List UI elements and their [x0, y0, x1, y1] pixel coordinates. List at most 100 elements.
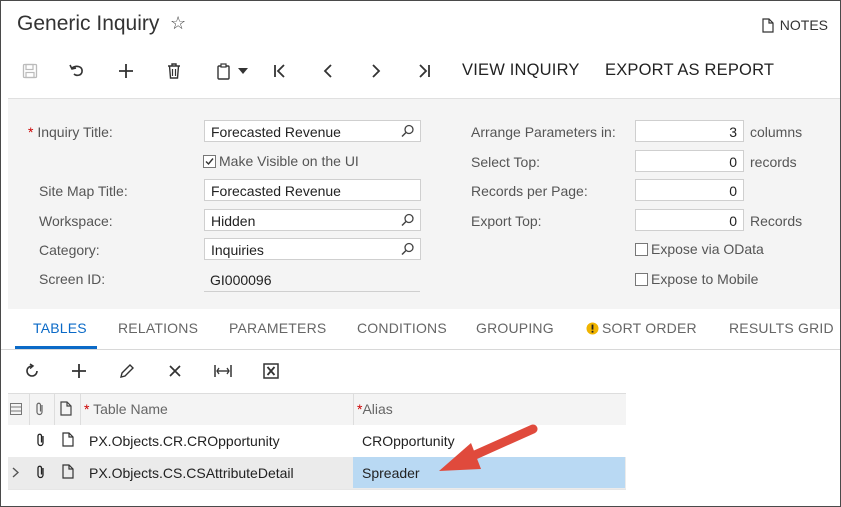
checkbox-unchecked-icon [635, 272, 648, 286]
expose-mobile-checkbox[interactable]: Expose to Mobile [635, 271, 758, 287]
excel-icon [263, 363, 279, 379]
workspace-field[interactable]: Hidden [204, 209, 421, 231]
export-top-unit: Records [750, 213, 803, 229]
records-per-page-field[interactable]: 0 [635, 179, 744, 201]
note-icon [60, 401, 72, 416]
save-icon [22, 63, 38, 79]
column-header-table-name[interactable]: * Table Name [84, 401, 168, 417]
copy-paste-dropdown[interactable] [211, 59, 253, 83]
inquiry-title-field[interactable]: Forecasted Revenue [204, 120, 421, 142]
trash-icon [168, 63, 180, 79]
caret-down-icon [238, 68, 248, 74]
select-top-unit: records [750, 154, 797, 170]
active-tab-indicator [15, 346, 97, 349]
undo-icon [69, 64, 83, 77]
tab-sort-order-label: SORT ORDER [602, 320, 697, 336]
export-top-field[interactable]: 0 [635, 209, 744, 231]
grid-toolbar [1, 353, 840, 389]
fit-columns-button[interactable] [212, 360, 234, 382]
select-top-label: Select Top: [471, 154, 541, 170]
next-record-button[interactable] [365, 59, 387, 83]
plus-icon [119, 64, 133, 78]
row-selector-icon[interactable] [10, 403, 22, 415]
screen-id-label: Screen ID: [39, 271, 106, 287]
title-bar: Generic Inquiry ☆ NOTES [1, 1, 840, 47]
tab-sort-order[interactable]: SORT ORDER [586, 320, 697, 336]
search-icon[interactable] [401, 124, 415, 138]
chevron-right-icon [372, 64, 381, 78]
alias-cell[interactable]: Spreader [362, 465, 420, 481]
chevron-right-icon [12, 467, 19, 478]
make-visible-label: Make Visible on the UI [219, 153, 359, 169]
tab-parameters[interactable]: PARAMETERS [229, 320, 326, 336]
search-icon[interactable] [401, 213, 415, 227]
refresh-button[interactable] [21, 360, 43, 382]
paperclip-icon[interactable] [36, 465, 46, 479]
expose-mobile-label: Expose to Mobile [651, 271, 759, 287]
note-icon[interactable] [62, 432, 74, 447]
first-icon [274, 64, 285, 78]
inquiry-title-label: * Inquiry Title: [28, 124, 113, 140]
category-value: Inquiries [211, 242, 264, 258]
export-excel-button[interactable] [260, 360, 282, 382]
document-icon [762, 17, 774, 33]
delete-row-button[interactable] [164, 360, 186, 382]
warning-icon [586, 322, 599, 334]
notes-button[interactable]: NOTES [762, 17, 828, 33]
table-name-cell[interactable]: PX.Objects.CS.CSAttributeDetail [89, 465, 294, 481]
screen-id-value: GI000096 [204, 272, 420, 292]
clipboard-icon [217, 62, 230, 80]
table-name-cell[interactable]: PX.Objects.CR.CROpportunity [89, 433, 280, 449]
arrange-parameters-field[interactable]: 3 [635, 120, 744, 142]
make-visible-checkbox[interactable]: Make Visible on the UI [203, 153, 359, 169]
edit-row-button[interactable] [116, 360, 138, 382]
add-button[interactable] [115, 59, 137, 83]
callout-arrow-icon [439, 424, 538, 471]
refresh-icon [26, 363, 38, 377]
arrange-parameters-unit: columns [750, 124, 803, 140]
tab-conditions[interactable]: CONDITIONS [357, 320, 447, 336]
close-icon [169, 365, 181, 377]
inquiry-title-value: Forecasted Revenue [211, 124, 341, 140]
save-button[interactable] [19, 59, 41, 83]
expose-odata-label: Expose via OData [651, 241, 764, 257]
main-toolbar: VIEW INQUIRY EXPORT AS REPORT [1, 51, 840, 91]
records-per-page-label: Records per Page: [471, 183, 588, 199]
tab-tables[interactable]: TABLES [33, 320, 87, 336]
workspace-value: Hidden [211, 213, 256, 229]
site-map-title-value: Forecasted Revenue [211, 183, 341, 199]
note-icon[interactable] [62, 464, 74, 479]
export-top-label: Export Top: [471, 213, 542, 229]
delete-button[interactable] [163, 59, 185, 83]
site-map-title-field[interactable]: Forecasted Revenue [204, 179, 421, 201]
pencil-icon [120, 364, 134, 378]
fit-width-icon [214, 365, 232, 377]
category-field[interactable]: Inquiries [204, 238, 421, 260]
expose-odata-checkbox[interactable]: Expose via OData [635, 241, 764, 257]
arrange-parameters-label: Arrange Parameters in: [471, 124, 616, 140]
tab-grouping[interactable]: GROUPING [476, 320, 554, 336]
last-record-button[interactable] [413, 59, 435, 83]
view-inquiry-button[interactable]: VIEW INQUIRY [462, 61, 580, 80]
favorite-star-icon[interactable]: ☆ [170, 13, 186, 34]
search-icon[interactable] [401, 242, 415, 256]
site-map-title-label: Site Map Title: [39, 183, 128, 199]
tab-relations[interactable]: RELATIONS [118, 320, 198, 336]
paperclip-icon [36, 402, 43, 416]
checkbox-checked-icon [203, 154, 216, 168]
column-header-alias[interactable]: *Alias [357, 401, 393, 417]
workspace-label: Workspace: [39, 213, 113, 229]
undo-button[interactable] [66, 59, 88, 83]
tab-bar: TABLES RELATIONS PARAMETERS CONDITIONS G… [1, 311, 840, 350]
tab-results-grid[interactable]: RESULTS GRID [729, 320, 834, 336]
last-icon [419, 64, 430, 78]
previous-record-button[interactable] [317, 59, 339, 83]
add-row-button[interactable] [68, 360, 90, 382]
export-as-report-button[interactable]: EXPORT AS REPORT [605, 61, 774, 80]
select-top-field[interactable]: 0 [635, 150, 744, 172]
notes-label: NOTES [779, 17, 828, 33]
checkbox-unchecked-icon [635, 242, 648, 256]
generic-inquiry-screen: Generic Inquiry ☆ NOTES VIEW INQUIRY EXP… [0, 0, 841, 507]
paperclip-icon[interactable] [36, 433, 46, 447]
first-record-button[interactable] [269, 59, 291, 83]
